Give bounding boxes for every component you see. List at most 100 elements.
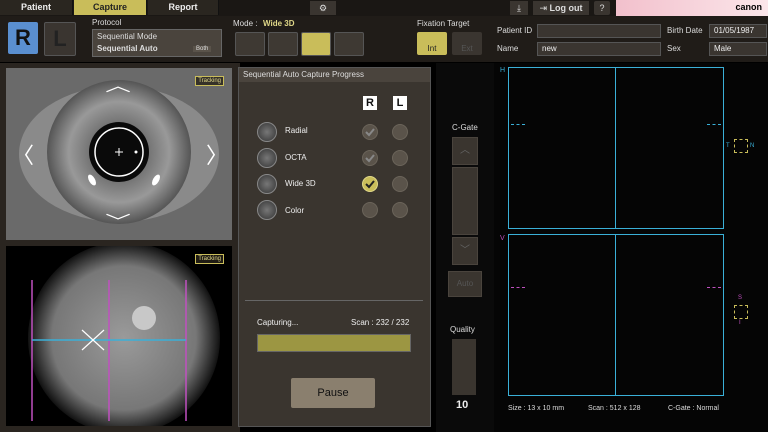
fixation-int-button[interactable]: Int [417,32,447,55]
color-scan-icon [257,200,277,220]
help-button[interactable]: ? [594,1,610,15]
row-label-color: Color [285,206,305,215]
download-icon: ⤓ [517,3,521,13]
color-l-status [392,202,408,218]
chevron-down-icon: ﹀ [460,245,470,256]
fundus-view[interactable]: Tracking [6,246,232,426]
fixation-ext-button[interactable]: Ext [452,32,482,55]
mode-octa-button[interactable] [268,32,298,56]
cgate-slider[interactable] [452,167,478,235]
inferior-label: I [739,320,741,326]
scan-count-text: Scan : 232 / 232 [351,318,410,327]
progress-title: Sequential Auto Capture Progress [239,68,430,82]
cgate-down-button[interactable]: ﹀ [452,237,478,265]
radial-r-status [362,124,378,140]
pause-button[interactable]: Pause [291,378,375,408]
column-r-header: R [363,96,377,110]
name-label: Name [497,44,519,53]
move-left-arrow[interactable]: 〈 [12,138,34,170]
sex-label: Sex [667,44,681,53]
capture-status-text: Capturing... [257,318,299,327]
patient-id-field[interactable] [537,24,661,38]
check-icon [365,180,375,189]
capture-progress-panel: Sequential Auto Capture Progress R L Rad… [238,67,431,427]
quality-label: Quality [450,325,475,334]
download-button[interactable]: ⤓ [510,1,528,15]
mode-color-button[interactable] [334,32,364,56]
scan-resolution-text: Scan : 512 x 128 [588,405,641,412]
move-down-arrow[interactable]: ﹀ [105,208,131,232]
v-scan-right-marker [707,287,721,289]
wide3d-r-status [362,176,378,192]
divider [245,300,423,301]
protocol-mode: Sequential Mode [97,32,158,41]
superior-label: S [738,295,743,301]
settings-gear-button[interactable]: ⚙ [310,1,336,15]
color-r-status [362,202,378,218]
anterior-eye-view[interactable]: Tracking ︿ ﹀ 〈 〉 [6,68,232,240]
h-orientation-icon [734,139,748,153]
cgate-auto-button[interactable]: Auto [448,271,482,297]
temporal-label: T [726,143,730,149]
row-label-wide3d: Wide 3D [285,179,316,188]
cgate-label: C-Gate [452,123,478,132]
check-icon [365,128,375,137]
oct-view-area: H V T N S I Size : 13 x 10 mm Scan : 512… [494,63,768,432]
mode-label: Mode : [233,19,258,28]
octa-r-status [362,150,378,166]
v-orientation-icon [734,305,748,319]
v-scan-divider [615,235,616,395]
tab-patient[interactable]: Patient [0,0,73,15]
gear-icon: ⚙ [318,3,328,13]
help-icon: ? [599,3,605,13]
quality-meter [452,339,476,395]
h-scan-divider [615,68,616,228]
h-scan-view[interactable] [508,67,724,229]
h-scan-left-marker [511,124,525,126]
cgate-status-text: C-Gate : Normal [668,405,719,412]
h-scan-label: H [500,67,506,74]
cgate-up-button[interactable]: ︿ [452,137,478,165]
protocol-both-badge: Both [193,46,212,52]
octa-scan-icon [257,148,277,168]
anterior-tracking-badge: Tracking [195,76,224,86]
move-right-arrow[interactable]: 〉 [206,138,228,170]
tab-capture[interactable]: Capture [74,0,147,15]
fundus-tracking-badge: Tracking [195,254,224,264]
nasal-label: N [750,143,755,149]
mode-wide3d-button[interactable] [301,32,331,56]
birth-date-field[interactable]: 01/05/1987 [709,24,767,38]
column-l-header: L [393,96,407,110]
row-label-radial: Radial [285,126,308,135]
row-label-octa: OCTA [285,153,307,162]
protocol-label: Protocol [92,18,122,27]
name-field[interactable]: new [537,42,661,56]
capture-header: R L Protocol Sequential Mode Sequential … [0,16,768,63]
fixation-ext-label: Ext [461,44,473,53]
side-controls: C-Gate ︿ ﹀ Auto Quality 10 [436,63,494,432]
capture-progress-bar [257,334,411,352]
protocol-select[interactable]: Sequential Mode Sequential Auto Both [92,29,222,57]
brand-bar: canon [616,0,768,16]
v-scan-label: V [500,235,505,242]
radial-l-status [392,124,408,140]
tab-report[interactable]: Report [148,0,219,15]
brand-logo: canon [735,2,762,12]
wide3d-l-status [392,176,408,192]
mode-radial-button[interactable] [235,32,265,56]
fixation-label: Fixation Target [417,19,470,28]
quality-value: 10 [456,399,469,411]
v-scan-view[interactable] [508,234,724,396]
left-eye-button[interactable]: L [44,22,76,56]
right-eye-button[interactable]: R [8,22,38,54]
octa-l-status [392,150,408,166]
sex-field[interactable]: Male [709,42,767,56]
logout-label: Log out [549,3,583,13]
h-scan-right-marker [707,124,721,126]
logout-icon: ⇥ [539,3,548,13]
logout-button[interactable]: ⇥ Log out [533,1,589,15]
wide3d-scan-icon [257,174,277,194]
protocol-name: Sequential Auto [97,44,158,53]
radial-scan-icon [257,122,277,142]
move-up-arrow[interactable]: ︿ [105,72,131,96]
